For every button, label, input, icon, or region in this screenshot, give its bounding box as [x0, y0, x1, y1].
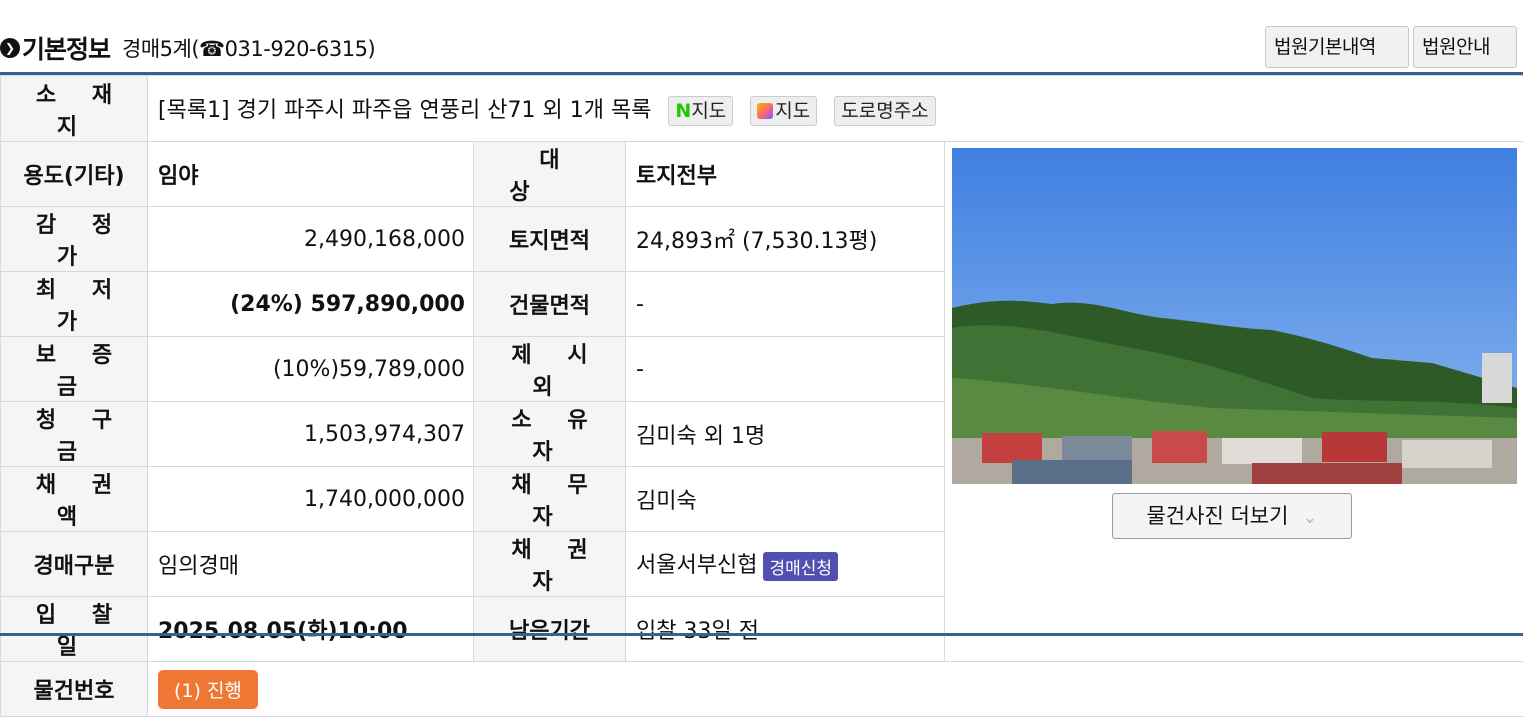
auction-apply-badge: 경매신청	[763, 552, 838, 581]
location-value: [목록1] 경기 파주시 파주읍 연풍리 산71 외 1개 목록 N지도 지도 …	[148, 76, 1523, 142]
header: ❯ 기본정보 경매5계(☎031-920-6315) 법원기본내역 법원안내	[0, 22, 1523, 72]
location-label: 소 재 지	[1, 76, 148, 142]
excluded-label: 제 시 외	[474, 337, 626, 402]
page-title: 기본정보	[22, 30, 110, 66]
court-info-button[interactable]: 법원기본내역	[1265, 26, 1409, 68]
daum-map-button[interactable]: 지도	[750, 96, 817, 126]
claim-label: 청 구 금	[1, 402, 148, 467]
min-price-value: (24%) 597,890,000	[148, 272, 474, 337]
daum-logo-icon	[757, 103, 773, 119]
excluded-value: -	[626, 337, 945, 402]
owner-value: 김미숙 외 1명	[626, 402, 945, 467]
appraisal-label: 감 정 가	[1, 207, 148, 272]
property-photo[interactable]	[952, 148, 1517, 484]
info-table: 소 재 지 [목록1] 경기 파주시 파주읍 연풍리 산71 외 1개 목록 N…	[0, 75, 1523, 717]
creditor-value: 서울서부신협경매신청	[626, 532, 945, 597]
deposit-value: (10%)59,789,000	[148, 337, 474, 402]
naver-map-button[interactable]: N지도	[668, 96, 733, 126]
deposit-label: 보 증 금	[1, 337, 148, 402]
bond-value: 1,740,000,000	[148, 467, 474, 532]
road-address-button[interactable]: 도로명주소	[834, 96, 935, 126]
usage-value: 임야	[148, 142, 474, 207]
department-phone: 경매5계(☎031-920-6315)	[122, 33, 375, 63]
bid-date-label: 입 찰 일	[1, 597, 148, 662]
bond-label: 채 권 액	[1, 467, 148, 532]
chevron-down-icon: ⌄	[1302, 507, 1317, 528]
naver-logo-icon: N	[675, 100, 691, 122]
usage-label: 용도(기타)	[1, 142, 148, 207]
appraisal-value: 2,490,168,000	[148, 207, 474, 272]
land-area-label: 토지면적	[474, 207, 626, 272]
auction-type-value: 임의경매	[148, 532, 474, 597]
target-value: 토지전부	[626, 142, 945, 207]
address-text: [목록1] 경기 파주시 파주읍 연풍리 산71 외 1개 목록	[158, 98, 651, 123]
court-guide-button[interactable]: 법원안내	[1413, 26, 1517, 68]
bottom-divider	[0, 633, 1523, 636]
claim-value: 1,503,974,307	[148, 402, 474, 467]
auction-type-label: 경매구분	[1, 532, 148, 597]
arrow-circle-icon: ❯	[0, 38, 20, 58]
remaining-label: 남은기간	[474, 597, 626, 662]
min-price-label: 최 저 가	[1, 272, 148, 337]
photo-cell: 물건사진 더보기⌄	[945, 142, 1523, 662]
building-area-value: -	[626, 272, 945, 337]
item-no-value: (1) 진행	[148, 662, 1523, 717]
more-photos-button[interactable]: 물건사진 더보기⌄	[1112, 493, 1352, 539]
remaining-value: 입찰 33일 전	[626, 597, 945, 662]
land-area-value: 24,893㎡ (7,530.13평)	[626, 207, 945, 272]
target-label: 대 상	[474, 142, 626, 207]
bid-date-value: 2025.08.05(화)10:00	[148, 597, 474, 662]
building-area-label: 건물면적	[474, 272, 626, 337]
status-badge[interactable]: (1) 진행	[158, 670, 258, 709]
debtor-label: 채 무 자	[474, 467, 626, 532]
title-wrap: ❯ 기본정보 경매5계(☎031-920-6315)	[0, 30, 375, 66]
debtor-value: 김미숙	[626, 467, 945, 532]
owner-label: 소 유 자	[474, 402, 626, 467]
creditor-label: 채 권 자	[474, 532, 626, 597]
item-no-label: 물건번호	[1, 662, 148, 717]
